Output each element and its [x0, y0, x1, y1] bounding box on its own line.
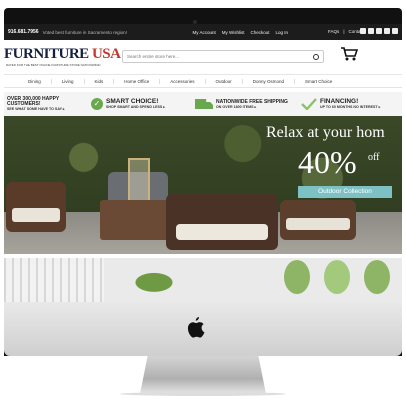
top-bar: 916.681.7956 Voted best furniture in Sac… — [4, 24, 402, 40]
nav-item-donny-osmond[interactable]: Donny Osmond — [243, 78, 296, 84]
hero-off-label: off — [368, 152, 380, 163]
main-nav: Dining Living Kids Home Office Accessori… — [4, 74, 402, 88]
help-links: FAQs | Contact — [328, 29, 364, 34]
leaf-pattern — [364, 260, 390, 294]
patio-chair-left — [6, 182, 66, 232]
plant-image — [114, 262, 194, 296]
chair-cushion — [176, 224, 268, 240]
checkmark-icon — [301, 98, 317, 110]
logo-tagline: RATED FOR THE BEST ONLINE FURNITURE STOR… — [6, 63, 101, 67]
promo-free-shipping[interactable]: NATIONWIDE FREE SHIPPING ON OVER 1800 IT… — [192, 92, 298, 116]
fence-image — [4, 258, 104, 302]
divider: | — [343, 29, 345, 34]
search-input[interactable]: Search entire store here... — [122, 50, 324, 63]
my-account-link[interactable]: My Account — [192, 30, 215, 35]
chair-cushion — [286, 218, 350, 230]
patio-chair-right — [280, 200, 356, 240]
nav-item-dining[interactable]: Dining — [4, 78, 52, 84]
outdoor-collection-button[interactable]: Outdoor Collection — [298, 186, 392, 198]
account-links: My Account My Wishlist Checkout Log In — [192, 30, 288, 35]
phone-number[interactable]: 916.681.7956 — [8, 29, 39, 35]
secondary-banner[interactable] — [4, 258, 402, 302]
hero-banner[interactable]: Relax at your hom 40% off Outdoor Collec… — [4, 116, 402, 254]
logo-main: FURNITURE — [4, 46, 89, 62]
twitter-icon[interactable] — [368, 28, 374, 34]
checkout-link[interactable]: Checkout — [250, 30, 269, 35]
social-icons — [360, 28, 398, 34]
promo-subtitle: SHOP SMART AND SPEND LESS ▸ — [106, 105, 166, 110]
faq-link[interactable]: FAQs — [328, 29, 339, 34]
lantern-image — [128, 158, 150, 206]
hero-headline: Relax at your hom — [266, 124, 385, 141]
chair-cushion — [12, 208, 60, 222]
thumbs-up-icon: ✓ — [91, 98, 103, 110]
leaf-pattern — [284, 260, 310, 294]
search-placeholder: Search entire store here... — [127, 54, 180, 59]
nav-item-home-office[interactable]: Home Office — [114, 78, 161, 84]
search-icon[interactable] — [313, 54, 319, 60]
stand-shadow — [120, 392, 286, 396]
hero-discount: 40% — [298, 144, 357, 180]
logo-accent: USA — [91, 46, 121, 62]
promo-subtitle: ON OVER 1800 ITEMS ▸ — [216, 104, 257, 109]
promo-smart-choice[interactable]: ✓ SMART CHOICE! SHOP SMART AND SPEND LES… — [88, 92, 192, 116]
nav-item-smart-choice[interactable]: Smart Choice — [295, 79, 342, 84]
cart-icon[interactable] — [340, 46, 358, 62]
leaf-pattern — [324, 260, 350, 294]
my-wishlist-link[interactable]: My Wishlist — [222, 30, 245, 35]
truck-icon — [195, 99, 213, 109]
patio-chair-front — [166, 194, 278, 250]
promo-title: OVER 300,000 HAPPY CUSTOMERS! — [7, 96, 60, 107]
monitor-stand — [140, 356, 266, 394]
top-tagline: Voted best furniture in Sacramento regio… — [42, 29, 127, 35]
promo-title: NATIONWIDE FREE SHIPPING — [216, 98, 288, 105]
nav-item-outdoor[interactable]: Outdoor — [206, 78, 243, 84]
pinterest-icon[interactable] — [392, 28, 398, 34]
instagram-icon[interactable] — [384, 28, 390, 34]
nav-item-accessories[interactable]: Accessories — [160, 78, 206, 84]
promo-financing[interactable]: FINANCING! UP TO 60 MONTHS NO INTEREST ▸ — [298, 92, 398, 116]
login-link[interactable]: Log In — [275, 30, 288, 35]
monitor-chin — [4, 302, 402, 356]
nav-item-living[interactable]: Living — [52, 78, 85, 84]
youtube-icon[interactable] — [376, 28, 382, 34]
header: FURNITURE USA RATED FOR THE BEST ONLINE … — [4, 40, 402, 72]
promo-subtitle: SEE WHAT SOME HAVE TO SAY ▸ — [7, 107, 65, 111]
promo-bar: OVER 300,000 HAPPY CUSTOMERS! SEE WHAT S… — [4, 92, 402, 116]
site-logo[interactable]: FURNITURE USA — [4, 46, 121, 63]
apple-icon — [187, 317, 205, 338]
promo-customers[interactable]: OVER 300,000 HAPPY CUSTOMERS! SEE WHAT S… — [4, 92, 88, 116]
website-screen: 916.681.7956 Voted best furniture in Sac… — [4, 24, 402, 302]
promo-subtitle: UP TO 60 MONTHS NO INTEREST ▸ — [320, 105, 381, 110]
nav-item-kids[interactable]: Kids — [85, 78, 115, 84]
facebook-icon[interactable] — [360, 28, 366, 34]
